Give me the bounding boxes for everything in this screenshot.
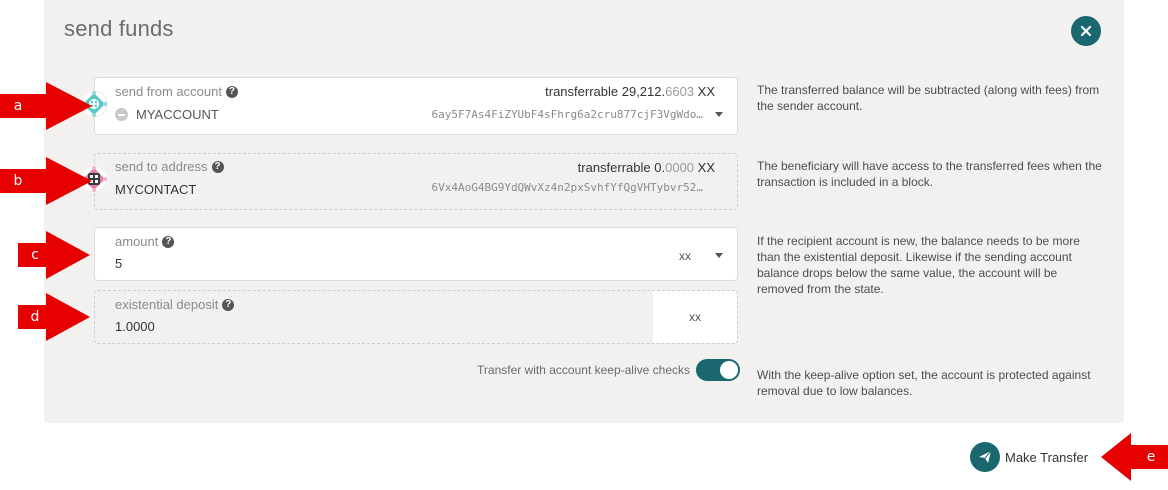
- annotation-arrow-a: a: [0, 82, 92, 130]
- send-funds-modal: send funds send from account? MYACCOUNT …: [44, 0, 1124, 423]
- existential-deposit-unit: xx: [653, 291, 737, 343]
- annotation-arrow-d: d: [18, 293, 90, 341]
- help-icon[interactable]: ?: [162, 235, 175, 248]
- annotation-arrow-c: c: [18, 231, 90, 279]
- annotation-label-e: e: [1134, 445, 1168, 469]
- from-transferrable: transferrable 29,212.6603 XX: [545, 84, 715, 99]
- chevron-down-icon[interactable]: [715, 112, 723, 117]
- send-from-account-field[interactable]: send from account? MYACCOUNT transferrab…: [94, 77, 738, 135]
- existential-deposit-label: existential deposit: [115, 297, 219, 312]
- make-transfer-button[interactable]: Make Transfer: [970, 442, 1088, 472]
- minus-circle-icon: [115, 108, 128, 121]
- toggle-knob: [720, 361, 738, 379]
- existential-deposit-value: 1.0000: [115, 319, 155, 334]
- amount-unit-select[interactable]: xx: [679, 249, 691, 263]
- close-icon: [1080, 25, 1092, 37]
- help-icon[interactable]: ?: [225, 85, 238, 98]
- from-help-text: The transferred balance will be subtract…: [757, 83, 1100, 113]
- from-address: 6ay5F7As4FiZYUbF4sFhrg6a2cru877cjF3VgWdo…: [431, 108, 703, 121]
- chevron-down-icon[interactable]: [715, 253, 723, 258]
- paper-plane-icon: [970, 442, 1000, 472]
- to-address: 6Vx4AoG4BG9YdQWvXz4n2pxSvhfYfQgVHTybvr52…: [431, 181, 703, 194]
- amount-help-text: If the recipient account is new, the bal…: [757, 234, 1080, 296]
- close-button[interactable]: [1071, 16, 1101, 46]
- annotation-label-b: b: [0, 169, 36, 193]
- help-icon[interactable]: ?: [222, 298, 235, 311]
- modal-title: send funds: [64, 16, 174, 41]
- keep-alive-label: Transfer with account keep-alive checks: [477, 363, 690, 377]
- annotation-label-a: a: [0, 94, 36, 118]
- from-account-name: MYACCOUNT: [136, 107, 219, 122]
- annotation-label-c: c: [18, 243, 52, 267]
- amount-input[interactable]: 5: [115, 256, 122, 271]
- existential-deposit-field: existential deposit? 1.0000 xx: [94, 290, 738, 344]
- to-account-name: MYCONTACT: [115, 182, 197, 197]
- to-transferrable: transferrable 0.0000 XX: [577, 160, 715, 175]
- annotation-arrow-b: b: [0, 157, 92, 205]
- to-help-text: The beneficiary will have access to the …: [757, 159, 1102, 189]
- annotation-arrow-e: e: [1101, 433, 1168, 481]
- send-to-label: send to address: [115, 159, 208, 174]
- amount-label: amount: [115, 234, 159, 249]
- keep-alive-help-text: With the keep-alive option set, the acco…: [757, 368, 1091, 398]
- help-icon[interactable]: ?: [211, 160, 224, 173]
- send-to-address-field: send to address? MYCONTACT transferrable…: [94, 153, 738, 210]
- keep-alive-toggle[interactable]: [696, 359, 740, 381]
- send-from-label: send from account: [115, 84, 222, 99]
- amount-field[interactable]: amount? 5 xx: [94, 227, 738, 281]
- annotation-label-d: d: [18, 305, 52, 329]
- make-transfer-label: Make Transfer: [1005, 449, 1089, 465]
